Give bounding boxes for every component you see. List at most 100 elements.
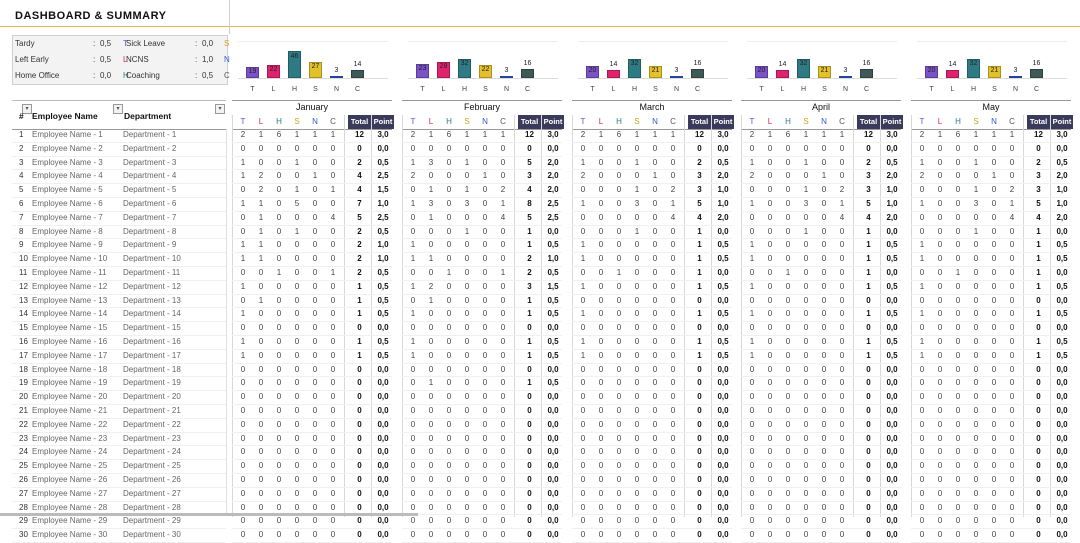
- cell-value[interactable]: 0: [779, 144, 797, 153]
- cell-value[interactable]: 0: [494, 503, 512, 512]
- cell-value[interactable]: 0: [306, 447, 324, 456]
- cell-value[interactable]: 0: [494, 171, 512, 180]
- points-cell[interactable]: 0,0: [1051, 296, 1073, 305]
- cell-value[interactable]: 0: [494, 254, 512, 263]
- cell-value[interactable]: 0: [985, 351, 1003, 360]
- cell-value[interactable]: 0: [931, 185, 949, 194]
- table-row[interactable]: 18 Employee Name - 18 Department - 18: [12, 364, 226, 378]
- cell-value[interactable]: 0: [985, 365, 1003, 374]
- cell-value[interactable]: 0: [949, 185, 967, 194]
- cell-value[interactable]: 0: [592, 392, 610, 401]
- points-cell[interactable]: 3,0: [881, 130, 903, 139]
- cell-value[interactable]: 0: [815, 268, 833, 277]
- points-cell[interactable]: 0,5: [372, 337, 394, 346]
- cell-value[interactable]: 0: [324, 144, 342, 153]
- points-cell[interactable]: 0,0: [881, 420, 903, 429]
- points-cell[interactable]: 0,5: [1051, 351, 1073, 360]
- cell-value[interactable]: 0: [1003, 337, 1021, 346]
- cell-value[interactable]: 0: [422, 530, 440, 539]
- cell-value[interactable]: 1: [288, 158, 306, 167]
- department[interactable]: Department - 21: [123, 406, 181, 415]
- cell-value[interactable]: 0: [306, 351, 324, 360]
- points-cell[interactable]: 0,0: [881, 323, 903, 332]
- cell-value[interactable]: 0: [761, 296, 779, 305]
- cell-value[interactable]: 0: [761, 171, 779, 180]
- cell-value[interactable]: 1: [913, 337, 931, 346]
- cell-value[interactable]: 0: [967, 323, 985, 332]
- cell-value[interactable]: 0: [288, 420, 306, 429]
- cell-value[interactable]: 0: [234, 268, 252, 277]
- cell-value[interactable]: 1: [664, 130, 682, 139]
- cell-value[interactable]: 0: [628, 516, 646, 525]
- cell-value[interactable]: 0: [761, 447, 779, 456]
- cell-value[interactable]: 0: [270, 365, 288, 374]
- cell-value[interactable]: 0: [967, 447, 985, 456]
- points-cell[interactable]: 0,0: [1051, 378, 1073, 387]
- cell-value[interactable]: 0: [646, 365, 664, 374]
- cell-value[interactable]: 0: [779, 213, 797, 222]
- cell-value[interactable]: 0: [628, 213, 646, 222]
- cell-value[interactable]: 0: [985, 337, 1003, 346]
- cell-value[interactable]: 0: [1003, 434, 1021, 443]
- cell-value[interactable]: 1: [422, 130, 440, 139]
- total-cell[interactable]: 1: [857, 268, 880, 277]
- cell-value[interactable]: 0: [610, 475, 628, 484]
- points-cell[interactable]: 0,5: [712, 158, 734, 167]
- filter-dropdown-icon[interactable]: ▾: [215, 104, 225, 114]
- cell-value[interactable]: 1: [422, 378, 440, 387]
- points-cell[interactable]: 0,0: [712, 434, 734, 443]
- cell-value[interactable]: 0: [967, 434, 985, 443]
- cell-value[interactable]: 0: [949, 461, 967, 470]
- cell-value[interactable]: 0: [252, 475, 270, 484]
- cell-value[interactable]: 0: [949, 475, 967, 484]
- cell-value[interactable]: 0: [743, 530, 761, 539]
- cell-value[interactable]: 3: [458, 199, 476, 208]
- cell-value[interactable]: 0: [646, 199, 664, 208]
- cell-value[interactable]: 0: [324, 254, 342, 263]
- points-cell[interactable]: 0,0: [712, 378, 734, 387]
- department[interactable]: Department - 25: [123, 461, 181, 470]
- cell-value[interactable]: 0: [833, 434, 851, 443]
- total-cell[interactable]: 1: [857, 309, 880, 318]
- cell-value[interactable]: 1: [574, 254, 592, 263]
- cell-value[interactable]: 0: [985, 516, 1003, 525]
- cell-value[interactable]: 0: [743, 475, 761, 484]
- points-cell[interactable]: 0,0: [881, 489, 903, 498]
- total-cell[interactable]: 1: [348, 296, 371, 305]
- cell-value[interactable]: 0: [234, 447, 252, 456]
- cell-value[interactable]: 0: [1003, 503, 1021, 512]
- cell-value[interactable]: 0: [743, 365, 761, 374]
- cell-value[interactable]: 0: [664, 351, 682, 360]
- cell-value[interactable]: 0: [967, 392, 985, 401]
- total-cell[interactable]: 0: [1027, 503, 1050, 512]
- cell-value[interactable]: 0: [440, 185, 458, 194]
- cell-value[interactable]: 1: [252, 130, 270, 139]
- cell-value[interactable]: 0: [931, 337, 949, 346]
- cell-value[interactable]: 0: [404, 447, 422, 456]
- cell-value[interactable]: 0: [458, 268, 476, 277]
- points-cell[interactable]: 0,0: [881, 503, 903, 512]
- cell-value[interactable]: 0: [592, 447, 610, 456]
- points-cell[interactable]: 0,0: [542, 516, 564, 525]
- cell-value[interactable]: 0: [270, 296, 288, 305]
- table-row[interactable]: 20 Employee Name - 20 Department - 20: [12, 391, 226, 405]
- cell-value[interactable]: 0: [985, 309, 1003, 318]
- cell-value[interactable]: 0: [404, 434, 422, 443]
- department[interactable]: Department - 10: [123, 254, 181, 263]
- cell-value[interactable]: 2: [234, 130, 252, 139]
- cell-value[interactable]: 0: [931, 227, 949, 236]
- cell-value[interactable]: 0: [815, 254, 833, 263]
- cell-value[interactable]: 0: [288, 461, 306, 470]
- cell-value[interactable]: 0: [288, 503, 306, 512]
- total-cell[interactable]: 3: [518, 171, 541, 180]
- total-cell[interactable]: 0: [688, 392, 711, 401]
- total-cell[interactable]: 0: [348, 406, 371, 415]
- cell-value[interactable]: 0: [833, 337, 851, 346]
- cell-value[interactable]: 0: [306, 158, 324, 167]
- cell-value[interactable]: 0: [592, 282, 610, 291]
- cell-value[interactable]: 0: [440, 489, 458, 498]
- cell-value[interactable]: 0: [761, 337, 779, 346]
- cell-value[interactable]: 0: [306, 309, 324, 318]
- points-cell[interactable]: 0,5: [542, 378, 564, 387]
- cell-value[interactable]: 1: [913, 254, 931, 263]
